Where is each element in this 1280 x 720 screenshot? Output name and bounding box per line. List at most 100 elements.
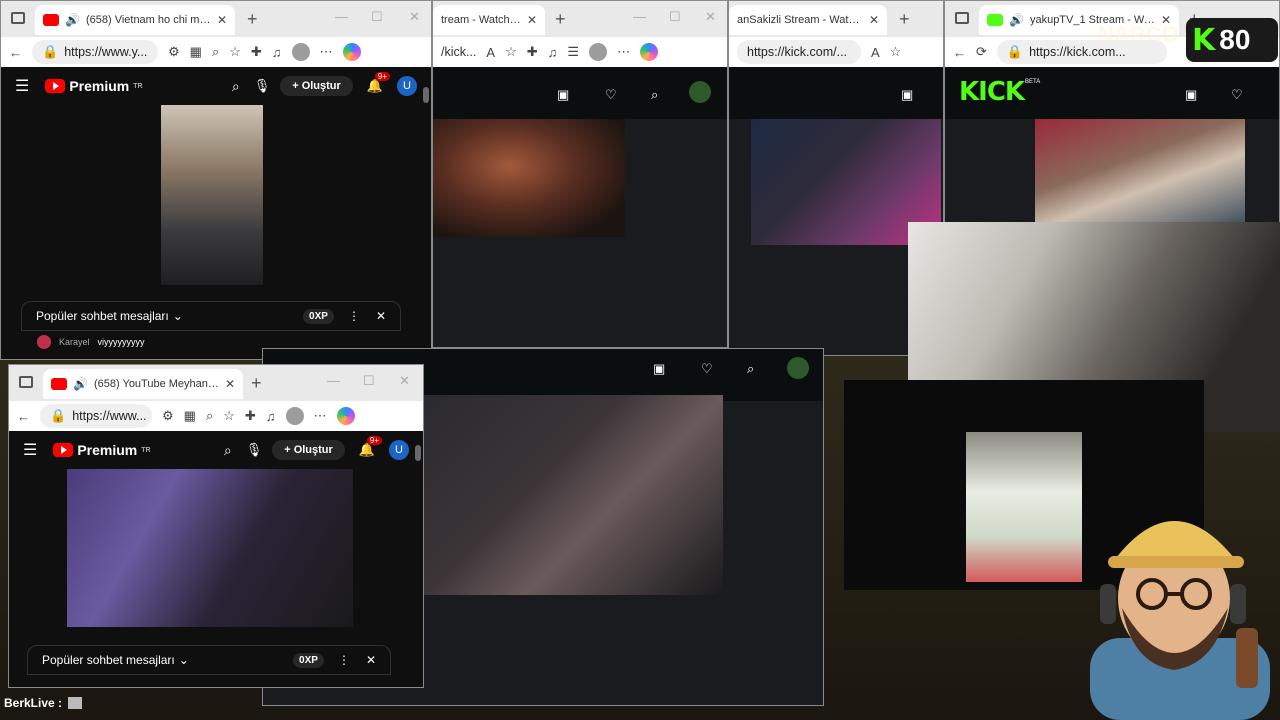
favorite-star-icon[interactable]: ☆ <box>505 44 517 60</box>
scrollbar[interactable] <box>423 87 429 103</box>
video-player[interactable] <box>1035 119 1245 227</box>
maximize-button[interactable]: ☐ <box>669 9 681 25</box>
new-tab-button[interactable]: + <box>251 373 262 394</box>
chevron-down-icon[interactable]: ⌄ <box>173 309 183 323</box>
mic-icon[interactable]: 🎙 <box>246 442 263 458</box>
read-aloud-icon[interactable]: A <box>871 45 880 60</box>
archive-icon[interactable]: ▣ <box>653 361 665 377</box>
mic-icon[interactable]: 🎙 <box>254 78 271 94</box>
favorite-star-icon[interactable]: ☆ <box>890 44 902 60</box>
heart-icon[interactable]: ♡ <box>605 87 617 103</box>
more-icon[interactable]: ⋯ <box>617 44 630 60</box>
close-chat-icon[interactable]: ✕ <box>366 653 376 667</box>
zoom-icon[interactable]: ⌕ <box>206 408 213 424</box>
close-window-button[interactable]: ✕ <box>705 9 716 25</box>
close-chat-icon[interactable]: ✕ <box>376 309 386 323</box>
xp-badge[interactable]: 0XP <box>293 652 324 668</box>
maximize-button[interactable]: ☐ <box>363 373 375 389</box>
new-tab-button[interactable]: + <box>899 9 910 30</box>
extension-icon[interactable]: ⚙ <box>162 408 174 424</box>
puzzle-icon[interactable]: ✚ <box>251 44 262 60</box>
more-icon[interactable]: ⋯ <box>320 44 333 60</box>
tab-list-icon[interactable] <box>19 376 33 388</box>
read-aloud-icon[interactable]: A <box>486 45 495 60</box>
close-tab-icon[interactable]: ✕ <box>225 377 235 391</box>
close-tab-icon[interactable]: ✕ <box>527 13 537 27</box>
url-text[interactable]: /kick... <box>441 45 476 59</box>
create-button[interactable]: + Oluştur <box>272 440 345 460</box>
create-button[interactable]: + Oluştur <box>280 76 353 96</box>
favorite-star-icon[interactable]: ☆ <box>223 408 235 424</box>
new-tab-button[interactable]: + <box>247 9 258 30</box>
profile-icon[interactable] <box>291 43 310 61</box>
favorites-icon[interactable]: ☰ <box>567 44 579 60</box>
video-player[interactable] <box>433 119 625 237</box>
kebab-menu-icon[interactable]: ⋮ <box>348 309 360 323</box>
scrollbar[interactable] <box>415 445 421 461</box>
minimize-button[interactable]: — <box>327 373 340 388</box>
heart-icon[interactable]: ♡ <box>701 361 713 377</box>
archive-icon[interactable]: ▣ <box>901 87 913 103</box>
tab-list-icon[interactable] <box>11 12 25 24</box>
speaker-icon[interactable]: 🔊 <box>1009 13 1024 27</box>
media-icon[interactable]: ♫ <box>266 409 276 424</box>
minimize-button[interactable]: — <box>335 9 348 24</box>
media-icon[interactable]: ♫ <box>272 45 282 60</box>
refresh-icon[interactable]: ⟳ <box>976 44 987 60</box>
avatar[interactable]: U <box>389 440 409 460</box>
close-window-button[interactable]: ✕ <box>409 9 420 25</box>
maximize-button[interactable]: ☐ <box>371 9 383 25</box>
search-icon[interactable]: ⌕ <box>651 87 658 103</box>
tab-active[interactable]: 🔊 (658) YouTube Meyhanesi Ç ✕ <box>43 369 243 399</box>
media-icon[interactable]: ♫ <box>548 45 558 60</box>
search-icon[interactable]: ⌕ <box>224 442 232 459</box>
back-icon[interactable]: ← <box>17 409 30 424</box>
tab-list-icon[interactable] <box>955 12 969 24</box>
minimize-button[interactable]: — <box>633 9 646 24</box>
copilot-icon[interactable] <box>640 43 659 61</box>
apps-icon[interactable]: ▦ <box>190 44 202 60</box>
youtube-logo[interactable]: Premium TR <box>45 78 143 94</box>
copilot-icon[interactable] <box>342 43 361 61</box>
back-icon[interactable]: ← <box>953 45 966 60</box>
video-player[interactable] <box>423 395 723 595</box>
puzzle-icon[interactable]: ✚ <box>527 44 538 60</box>
chat-title[interactable]: Popüler sohbet mesajları <box>36 309 169 323</box>
kebab-menu-icon[interactable]: ⋮ <box>338 653 350 667</box>
url-field[interactable]: 🔒 https://www.y... <box>32 40 158 64</box>
video-player[interactable] <box>67 469 353 627</box>
profile-icon[interactable] <box>589 43 608 61</box>
zoom-icon[interactable]: ⌕ <box>212 44 219 60</box>
search-icon[interactable]: ⌕ <box>232 78 240 95</box>
channel-avatar[interactable] <box>787 357 809 379</box>
new-tab-button[interactable]: + <box>555 9 566 30</box>
puzzle-icon[interactable]: ✚ <box>245 408 256 424</box>
chevron-down-icon[interactable]: ⌄ <box>179 653 189 667</box>
url-field[interactable]: 🔒 https://www... <box>40 404 152 428</box>
chat-title[interactable]: Popüler sohbet mesajları <box>42 653 175 667</box>
tab-active[interactable]: 🔊 (658) Vietnam ho chi minh s ✕ <box>35 5 235 35</box>
copilot-icon[interactable] <box>336 407 355 425</box>
youtube-logo[interactable]: Premium TR <box>53 442 151 458</box>
more-icon[interactable]: ⋯ <box>314 408 327 424</box>
avatar[interactable]: U <box>397 76 417 96</box>
xp-badge[interactable]: 0XP <box>303 308 334 324</box>
close-window-button[interactable]: ✕ <box>399 373 410 389</box>
heart-icon[interactable]: ♡ <box>1231 87 1243 103</box>
tab-active[interactable]: anSakizli Stream - Watch Live o ✕ <box>729 5 887 35</box>
menu-icon[interactable]: ☰ <box>15 76 29 96</box>
channel-avatar[interactable] <box>689 81 711 103</box>
bell-icon[interactable]: 🔔 9+ <box>359 436 382 458</box>
kick-logo[interactable]: KICK <box>959 77 1025 107</box>
menu-icon[interactable]: ☰ <box>23 440 37 460</box>
speaker-icon[interactable]: 🔊 <box>73 377 88 391</box>
archive-icon[interactable]: ▣ <box>1185 87 1197 103</box>
search-icon[interactable]: ⌕ <box>747 361 754 377</box>
apps-icon[interactable]: ▦ <box>184 408 196 424</box>
tab-active[interactable]: tream - Watch Live o ✕ <box>433 5 545 35</box>
back-icon[interactable]: ← <box>9 45 22 60</box>
favorite-star-icon[interactable]: ☆ <box>229 44 241 60</box>
video-player[interactable] <box>161 105 263 285</box>
close-tab-icon[interactable]: ✕ <box>869 13 879 27</box>
close-tab-icon[interactable]: ✕ <box>217 13 227 27</box>
